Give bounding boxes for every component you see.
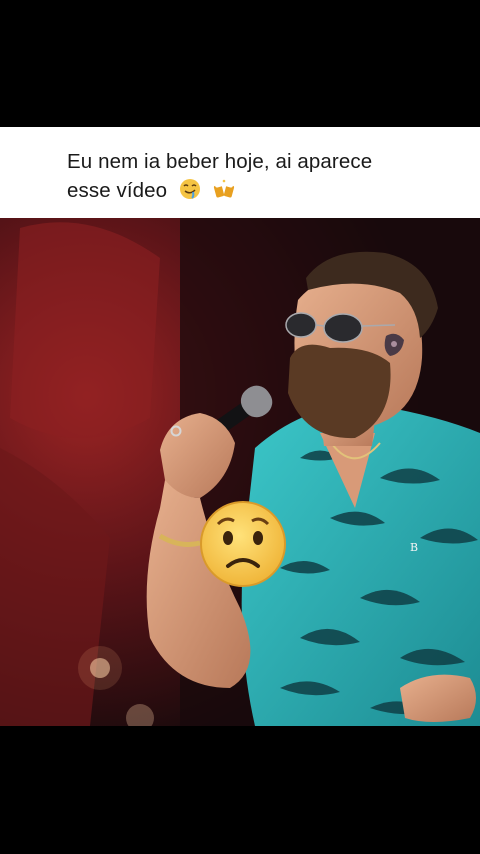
drooling-face-emoji-icon bbox=[179, 178, 201, 208]
video-frame: B bbox=[0, 218, 480, 726]
in-ear-monitor-detail bbox=[391, 341, 397, 347]
stage-light-glow bbox=[78, 646, 122, 690]
caption-panel: Eu nem ia beber hoje, ai aparece esse ví… bbox=[0, 127, 480, 218]
top-letterbox bbox=[0, 0, 480, 127]
caption-line-2-row: esse vídeo bbox=[67, 176, 460, 208]
video-post-screen: Eu nem ia beber hoje, ai aparece esse ví… bbox=[0, 0, 480, 854]
worried-face-emoji-icon bbox=[200, 501, 286, 587]
caption-line-2: esse vídeo bbox=[67, 179, 168, 202]
singer-other-hand bbox=[400, 674, 476, 722]
bottom-letterbox bbox=[0, 726, 480, 854]
stage-shape bbox=[10, 222, 160, 438]
beer-toast-emoji-icon bbox=[213, 178, 235, 208]
shirt-monogram: B bbox=[410, 541, 418, 554]
video-player[interactable]: B bbox=[0, 218, 480, 726]
caption-line-1: Eu nem ia beber hoje, ai aparece bbox=[67, 150, 373, 173]
